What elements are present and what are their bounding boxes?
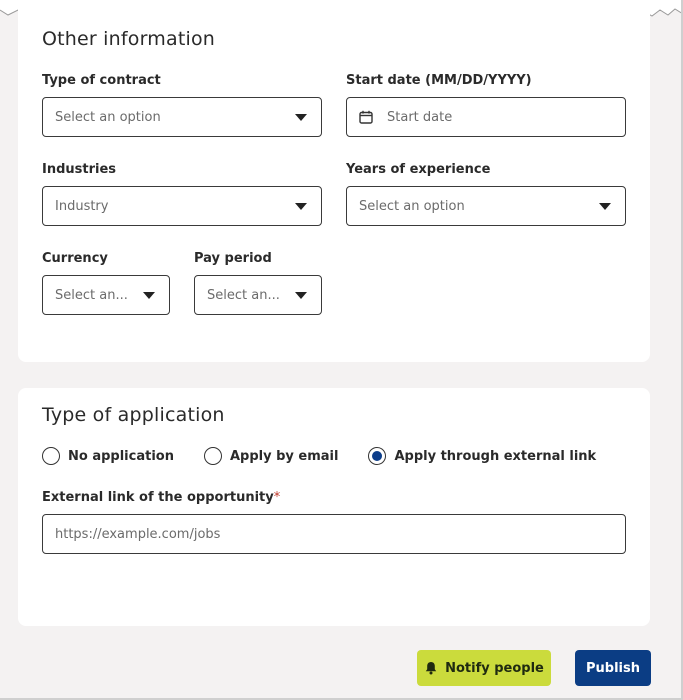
pay-period-select[interactable]: Select an... [194, 275, 322, 315]
industries-placeholder: Industry [55, 198, 109, 214]
calendar-icon [359, 110, 373, 124]
section-title-type-of-application: Type of application [42, 404, 225, 426]
bell-icon [425, 662, 437, 675]
industries-select[interactable]: Industry [42, 186, 322, 226]
industries-label: Industries [42, 162, 117, 177]
radio-label: Apply by email [229, 448, 339, 464]
currency-label: Currency [42, 251, 108, 266]
contract-type-select[interactable]: Select an option [42, 97, 322, 137]
radio-label: No application [68, 448, 174, 464]
external-link-placeholder: https://example.com/jobs [55, 526, 221, 542]
notify-people-button[interactable]: Notify people [417, 650, 551, 686]
type-of-application-card: Type of application No application Apply… [18, 388, 650, 626]
external-link-label: External link of the opportunity* [42, 490, 280, 505]
external-link-label-text: External link of the opportunity [42, 490, 274, 505]
chevron-down-icon [295, 291, 307, 299]
experience-select[interactable]: Select an option [346, 186, 626, 226]
contract-type-placeholder: Select an option [55, 109, 161, 125]
publish-button[interactable]: Publish [575, 650, 651, 686]
start-date-label: Start date (MM/DD/YYYY) [346, 73, 532, 88]
pay-period-label: Pay period [194, 251, 272, 266]
radio-circle[interactable] [42, 447, 60, 465]
other-information-card: Other information Type of contract Selec… [18, 0, 650, 362]
publish-label: Publish [586, 660, 640, 676]
chevron-down-icon [295, 113, 307, 121]
pay-period-placeholder: Select an... [207, 287, 280, 303]
radio-circle-selected[interactable] [368, 447, 387, 465]
currency-select[interactable]: Select an... [42, 275, 170, 315]
radio-apply-external-link[interactable]: Apply through external link [368, 447, 596, 465]
experience-placeholder: Select an option [359, 198, 465, 214]
start-date-placeholder: Start date [387, 109, 453, 125]
external-link-input[interactable]: https://example.com/jobs [42, 514, 626, 554]
radio-apply-by-email[interactable]: Apply by email [203, 447, 339, 465]
currency-placeholder: Select an... [55, 287, 128, 303]
radio-label: Apply through external link [394, 448, 597, 464]
application-type-radio-group: No application Apply by email Apply thro… [42, 447, 626, 465]
start-date-input[interactable]: Start date [346, 97, 626, 137]
radio-no-application[interactable]: No application [42, 447, 174, 465]
required-marker: * [273, 490, 281, 505]
chevron-down-icon [143, 291, 155, 299]
experience-label: Years of experience [346, 162, 491, 177]
notify-people-label: Notify people [445, 660, 544, 676]
chevron-down-icon [599, 202, 611, 210]
section-title-other-information: Other information [42, 28, 216, 50]
radio-circle[interactable] [203, 447, 222, 465]
contract-type-label: Type of contract [42, 73, 161, 88]
chevron-down-icon [295, 202, 307, 210]
